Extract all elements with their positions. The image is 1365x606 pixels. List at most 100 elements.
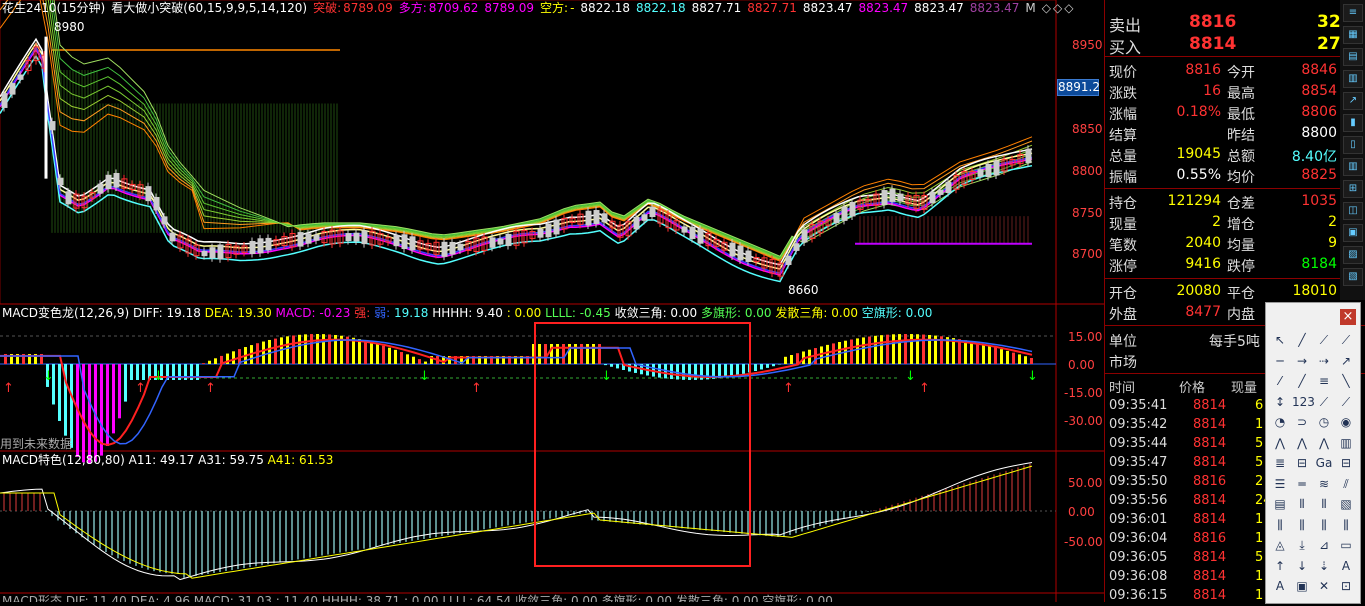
draw-tool-icon[interactable]: ⫼: [1270, 516, 1290, 534]
draw-tool-icon[interactable]: ◬: [1270, 536, 1290, 554]
draw-tool-icon[interactable]: ⫼: [1292, 516, 1312, 534]
macd-duoqi: 多旗形: 0.00: [700, 306, 772, 320]
draw-tool-icon[interactable]: ↓: [1292, 557, 1312, 575]
draw-tool-icon[interactable]: ⋀: [1270, 434, 1290, 452]
tick-header: 时间 价格 现量: [1105, 376, 1265, 396]
draw-tool-icon[interactable]: ⊿: [1314, 536, 1334, 554]
val-8: 8823.47: [969, 1, 1020, 15]
palette-close-icon[interactable]: ×: [1340, 309, 1356, 325]
macd-bar: [322, 334, 325, 364]
draw-tool-icon[interactable]: ≋: [1314, 475, 1334, 493]
candle-body: [545, 223, 552, 238]
draw-tool-icon[interactable]: ╲: [1336, 372, 1356, 390]
tick-qty: 1: [1255, 569, 1264, 584]
draw-tool-icon[interactable]: ⫴: [1292, 495, 1312, 513]
toolbar-btn-8[interactable]: ▥: [1343, 158, 1363, 176]
chart-area[interactable]: ↑ ↓ ↑ ↓ ↑ ↓ ↑ ↓ ↑ ↓ ↑ ↓ 花生2410(15分钟) 看大做小突破(60,15,9,…: [0, 0, 1104, 602]
toolbar-btn-12[interactable]: ▨: [1343, 246, 1363, 264]
bottom-text: DIF: 11.40 DEA: 4.96 MACD: 31.03 : 11.40…: [65, 594, 833, 602]
next-icon[interactable]: ◇: [1053, 1, 1062, 15]
macd-bar: [376, 343, 379, 364]
draw-tool-icon[interactable]: →: [1292, 352, 1312, 370]
draw-tool-icon[interactable]: ▧: [1336, 495, 1356, 513]
draw-tool-icon[interactable]: ◔: [1270, 413, 1290, 431]
kline-chart-svg[interactable]: ↑↓↑↓↑↓↑↓↑↓↑↓: [0, 0, 1104, 602]
draw-tool-icon[interactable]: ⟋: [1314, 393, 1334, 411]
macd-ruo: 弱:: [374, 306, 391, 320]
draw-tool-icon[interactable]: ↗: [1336, 352, 1356, 370]
sell-row[interactable]: 卖出 8816 32: [1105, 10, 1341, 35]
candle-body: [105, 174, 112, 190]
draw-tool-icon[interactable]: ✕: [1314, 577, 1334, 595]
quote-value-1: 16: [1203, 83, 1221, 99]
draw-tool-icon[interactable]: ╱: [1292, 372, 1312, 390]
draw-tool-icon[interactable]: A: [1270, 577, 1290, 595]
quote-value-1: 0.18%: [1176, 104, 1221, 120]
draw-tool-icon[interactable]: ⊃: [1292, 413, 1312, 431]
macd-bar: [982, 344, 985, 364]
draw-tool-icon[interactable]: ─: [1270, 352, 1290, 370]
draw-tool-icon[interactable]: ⟋: [1314, 331, 1334, 349]
prev-icon[interactable]: ◇: [1042, 1, 1051, 15]
draw-tool-icon[interactable]: ↕: [1270, 393, 1290, 411]
toolbar-btn-11[interactable]: ▣: [1343, 224, 1363, 242]
draw-tool-icon[interactable]: A: [1336, 557, 1356, 575]
draw-tool-icon[interactable]: ⟋: [1336, 331, 1356, 349]
draw-tool-icon[interactable]: 123: [1292, 393, 1315, 411]
draw-tool-icon[interactable]: ≣: [1270, 454, 1290, 472]
draw-tool-icon[interactable]: ☰: [1270, 475, 1290, 493]
toolbar-btn-13[interactable]: ▧: [1343, 268, 1363, 286]
draw-tool-icon[interactable]: ▣: [1292, 577, 1312, 595]
draw-tool-icon[interactable]: ⋀: [1314, 434, 1334, 452]
draw-tool-icon[interactable]: ↑: [1270, 557, 1290, 575]
toolbar-btn-3[interactable]: ▤: [1343, 48, 1363, 66]
m-label[interactable]: M: [1025, 1, 1035, 15]
draw-tool-icon[interactable]: ≡: [1314, 372, 1334, 390]
draw-tool-icon[interactable]: ↖: [1270, 331, 1290, 349]
draw-tool-icon[interactable]: ◉: [1336, 413, 1356, 431]
draw-tool-icon[interactable]: ⤓: [1292, 536, 1312, 554]
draw-tool-icon[interactable]: ⊡: [1336, 577, 1356, 595]
draw-tool-icon[interactable]: ⫼: [1336, 516, 1356, 534]
position-value-2: 9: [1328, 235, 1337, 251]
draw-tool-icon[interactable]: ⁄: [1270, 372, 1290, 390]
draw-tool-icon[interactable]: Ga: [1314, 454, 1334, 472]
draw-tool-icon[interactable]: ⟋: [1336, 393, 1356, 411]
buy-row[interactable]: 买入 8814 27: [1105, 32, 1341, 57]
toolbar-btn-10[interactable]: ◫: [1343, 202, 1363, 220]
draw-tool-icon[interactable]: ◷: [1314, 413, 1334, 431]
toolbar-btn-2[interactable]: ▦: [1343, 26, 1363, 44]
quote-label-2: 均价: [1227, 170, 1255, 186]
toolbar-btn-1[interactable]: ≡: [1343, 4, 1363, 22]
draw-tool-icon[interactable]: ⊟: [1336, 454, 1356, 472]
candle-body: [537, 228, 544, 238]
macd-bar: [112, 364, 115, 434]
toolbar-btn-5[interactable]: ↗: [1343, 92, 1363, 110]
draw-tool-icon[interactable]: ⇣: [1314, 557, 1334, 575]
draw-tool-icon[interactable]: ⫴: [1314, 495, 1334, 513]
macd-bar: [136, 364, 139, 380]
macd-bar: [310, 334, 313, 364]
symbol-title[interactable]: 花生2410(15分钟): [2, 1, 105, 15]
toolbar-btn-7[interactable]: ▯: [1343, 136, 1363, 154]
draw-tool-icon[interactable]: ⇢: [1314, 352, 1334, 370]
toolbar-btn-6[interactable]: ▮: [1343, 114, 1363, 132]
close-icon[interactable]: ◇: [1064, 1, 1073, 15]
indicator-name[interactable]: 看大做小突破(60,15,9,9,5,14,120): [111, 1, 307, 15]
toolbar-btn-4[interactable]: ▥: [1343, 70, 1363, 88]
tese-title[interactable]: MACD特色(12,80,80): [2, 453, 125, 467]
palette-tools: ↖ ╱ ⟋ ⟋ ─ → ⇢ ↗ ⁄ ╱ ≡ ╲ ↕ 123 ⟋ ⟋ ◔ ⊃ ◷ ◉ ⋀ ⋀ ⋀ ▥ ≣ ⊟ Ga ⊟ ☰ ═ ≋ ⫽ ▤ ⫴ ⫴ ▧ ⫼…: [1270, 331, 1358, 598]
draw-tool-icon[interactable]: ▭: [1336, 536, 1356, 554]
draw-tool-icon[interactable]: ⋀: [1292, 434, 1312, 452]
draw-tool-icon[interactable]: ⫼: [1314, 516, 1334, 534]
toolbar-btn-9[interactable]: ⊞: [1343, 180, 1363, 198]
macd-bar: [790, 354, 793, 364]
draw-tool-icon[interactable]: ╱: [1292, 331, 1312, 349]
macd-title[interactable]: MACD变色龙(12,26,9): [2, 306, 129, 320]
bottom-title[interactable]: MACD形态: [2, 594, 62, 602]
draw-tool-icon[interactable]: ⊟: [1292, 454, 1312, 472]
draw-tool-icon[interactable]: ═: [1292, 475, 1312, 493]
draw-tool-icon[interactable]: ▤: [1270, 495, 1290, 513]
draw-tool-icon[interactable]: ▥: [1336, 434, 1356, 452]
draw-tool-icon[interactable]: ⫽: [1336, 475, 1356, 493]
